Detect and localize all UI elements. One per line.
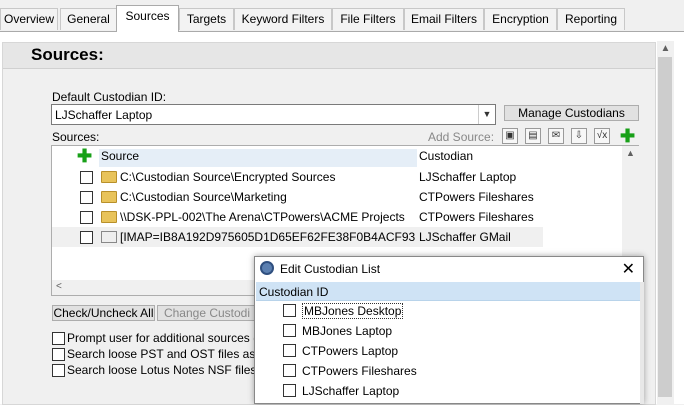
chevron-down-icon[interactable]: ▼ [478,105,495,124]
row-checkbox[interactable] [80,211,93,224]
sources-label: Sources: [52,130,100,144]
item-checkbox[interactable] [283,304,296,317]
row-checkbox[interactable] [80,171,93,184]
scroll-up-icon[interactable]: ▲ [626,148,635,158]
list-item[interactable]: MBJones Laptop [255,321,639,341]
mail-icon [101,231,117,243]
check-uncheck-all-button[interactable]: Check/Uncheck All [52,305,155,321]
dialog-scrollbar[interactable] [640,282,644,404]
source-path: \\DSK-PPL-002\The Arena\CTPowers\ACME Pr… [120,210,405,224]
folder-icon [101,211,117,223]
item-checkbox[interactable] [283,324,296,337]
source-custodian: LJSchaffer Laptop [419,170,517,184]
default-custodian-label: Default Custodian ID: [52,90,167,104]
add-plus-icon[interactable]: ✚ [620,127,635,145]
edit-custodian-dialog: Edit Custodian List ✕ Custodian ID MBJon… [254,256,644,404]
source-path: C:\Custodian Source\Marketing [120,190,287,204]
add-network-icon[interactable]: ⇩ [571,128,587,144]
tab-reporting[interactable]: Reporting [557,8,625,30]
list-item[interactable]: CTPowers Fileshares [255,361,639,381]
add-folder-icon[interactable]: ▣ [502,128,518,144]
add-file-icon[interactable]: ▤ [525,128,541,144]
scroll-thumb[interactable] [658,57,672,397]
table-row[interactable]: [IMAP=IB8A192D975605D1D65EF62FE38F0B4ACF… [52,227,543,247]
tab-overview[interactable]: Overview [0,8,58,30]
source-path: C:\Custodian Source\Encrypted Sources [120,170,336,184]
dialog-title: Edit Custodian List [280,262,381,276]
add-formula-icon[interactable]: √x [594,128,610,144]
add-email-icon[interactable]: ✉ [548,128,564,144]
row-checkbox[interactable] [80,191,93,204]
custodian-name: CTPowers Fileshares [302,364,417,378]
list-item[interactable]: MBJones Desktop [255,301,639,321]
default-custodian-value: LJSchaffer Laptop [55,108,153,122]
manage-custodians-button[interactable]: Manage Custodians [504,105,639,121]
item-checkbox[interactable] [283,364,296,377]
source-custodian: CTPowers Fileshares [419,190,534,204]
section-header: Sources: [3,43,655,69]
tab-keyword-filters[interactable]: Keyword Filters [234,8,332,30]
list-header-row: ✚ Source Custodian [52,146,622,167]
item-checkbox[interactable] [283,344,296,357]
scroll-left-icon[interactable]: < [56,281,62,292]
option-checkbox[interactable] [52,348,65,361]
custodian-id-column-header[interactable]: Custodian ID [256,282,640,301]
custodian-name: LJSchaffer Laptop [302,384,400,398]
close-icon[interactable]: ✕ [622,259,635,279]
item-checkbox[interactable] [283,384,296,397]
custodian-id-header-label: Custodian ID [259,285,329,299]
option-checkbox[interactable] [52,332,65,345]
column-header-source[interactable]: Source [99,149,417,167]
scroll-up-icon[interactable]: ▲ [657,41,674,57]
table-row[interactable]: C:\Custodian Source\Marketing CTPowers F… [52,187,622,207]
gear-icon [260,261,274,275]
folder-icon [101,191,117,203]
add-source-label: Add Source: [428,130,495,144]
default-custodian-combo[interactable]: LJSchaffer Laptop ▼ [51,104,496,125]
source-path: [IMAP=IB8A192D975605D1D65EF62FE38F0B4ACF… [120,230,416,244]
dialog-title-bar: Edit Custodian List ✕ [255,257,643,281]
custodian-name: MBJones Desktop [302,303,404,319]
custodian-name: MBJones Laptop [302,324,393,338]
custodian-name: CTPowers Laptop [302,344,399,358]
tab-email-filters[interactable]: Email Filters [404,8,484,30]
tab-general[interactable]: General [60,8,117,30]
source-custodian: CTPowers Fileshares [419,210,534,224]
option-checkbox[interactable] [52,364,65,377]
table-row[interactable]: C:\Custodian Source\Encrypted Sources LJ… [52,167,622,187]
panel-scrollbar[interactable]: ▲ [657,41,674,404]
option-label: Search loose PST and OST files as ema [67,347,282,361]
tab-sources[interactable]: Sources [116,5,179,32]
section-title: Sources: [31,45,104,64]
option-label: Search loose Lotus Notes NSF files as e [67,363,283,377]
tab-strip: Overview General Sources Targets Keyword… [0,0,684,32]
tab-targets[interactable]: Targets [179,8,234,30]
folder-icon [101,171,117,183]
tab-file-filters[interactable]: File Filters [332,8,404,30]
change-custodian-button[interactable]: Change Custodi [157,305,257,321]
source-custodian: LJSchaffer GMail [419,230,511,244]
row-checkbox[interactable] [80,231,93,244]
table-row[interactable]: \\DSK-PPL-002\The Arena\CTPowers\ACME Pr… [52,207,622,227]
list-item[interactable]: LJSchaffer Laptop [255,381,639,403]
column-header-custodian[interactable]: Custodian [419,149,619,163]
tab-encryption[interactable]: Encryption [484,8,557,30]
add-row-plus-icon[interactable]: ✚ [77,147,92,165]
list-item[interactable]: CTPowers Laptop [255,341,639,361]
